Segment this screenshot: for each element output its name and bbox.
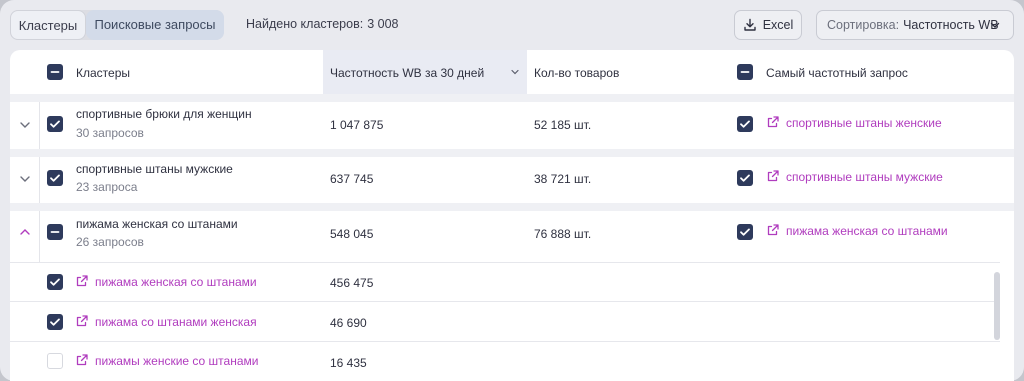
external-link-icon[interactable] [75, 274, 89, 288]
external-link-icon[interactable] [766, 115, 780, 129]
row-checkbox[interactable] [47, 116, 63, 132]
row-checkbox[interactable] [47, 170, 63, 186]
subtable-divider [10, 341, 1000, 342]
minus-icon [50, 71, 60, 73]
cluster-frequency: 548 045 [330, 227, 374, 241]
subtable-divider [10, 301, 1000, 302]
query-checkbox[interactable] [47, 314, 63, 330]
toolbar: Кластеры Поисковые запросы Найдено класт… [0, 0, 1024, 50]
query-frequency: 16 435 [330, 356, 367, 370]
top-query-checkbox[interactable] [737, 170, 753, 186]
query-link[interactable]: пижама женская со штанами [95, 275, 257, 289]
header-frequency[interactable]: Частотность WB за 30 дней [330, 66, 484, 80]
row-divider [39, 211, 40, 262]
query-checkbox[interactable] [47, 353, 63, 369]
cluster-frequency: 637 745 [330, 172, 374, 186]
sort-chevron-icon[interactable] [510, 67, 520, 77]
top-query-checkbox[interactable] [737, 116, 753, 132]
external-link-icon[interactable] [766, 169, 780, 183]
chevron-up-icon[interactable] [18, 225, 32, 239]
cluster-products: 38 721 шт. [534, 172, 592, 186]
download-icon [744, 18, 756, 31]
check-icon [50, 174, 60, 182]
row-separator [10, 94, 1014, 102]
check-icon [50, 120, 60, 128]
row-divider [39, 157, 40, 203]
select-all-top-query-checkbox[interactable] [737, 64, 753, 80]
query-checkbox[interactable] [47, 274, 63, 290]
query-frequency: 456 475 [330, 276, 374, 290]
top-query-link[interactable]: пижама женская со штанами [786, 224, 948, 238]
row-separator [10, 149, 1014, 157]
found-label: Найдено кластеров: [246, 17, 364, 31]
cluster-products: 52 185 шт. [534, 118, 592, 132]
chevron-down-icon[interactable] [18, 118, 32, 132]
row-checkbox-partial[interactable] [47, 224, 63, 240]
cluster-query-count[interactable]: 23 запроса [76, 180, 137, 194]
cluster-products: 76 888 шт. [534, 227, 592, 241]
external-link-icon[interactable] [75, 353, 89, 367]
sort-value: Частотность WB [903, 18, 999, 32]
row-divider [39, 102, 40, 149]
check-icon [740, 228, 750, 236]
header-products[interactable]: Кол-во товаров [534, 66, 619, 80]
tab-clusters[interactable]: Кластеры [10, 10, 86, 40]
clusters-table: Кластеры Частотность WB за 30 дней Кол-в… [10, 50, 1014, 381]
check-icon [50, 278, 60, 286]
cluster-name: спортивные штаны мужские [76, 162, 233, 176]
chevron-down-icon[interactable] [18, 172, 32, 186]
clusters-found: Найдено кластеров: 3 008 [246, 17, 398, 31]
cluster-query-count[interactable]: 26 запросов [76, 235, 144, 249]
view-switch: Кластеры Поисковые запросы [10, 10, 224, 40]
tab-search-queries[interactable]: Поисковые запросы [86, 10, 224, 40]
check-icon [740, 120, 750, 128]
check-icon [740, 174, 750, 182]
subtable-top-border [10, 262, 1000, 263]
select-all-checkbox[interactable] [47, 64, 63, 80]
excel-export-button[interactable]: Excel [734, 10, 802, 40]
top-query-checkbox[interactable] [737, 224, 753, 240]
query-frequency: 46 690 [330, 316, 367, 330]
minus-icon [740, 71, 750, 73]
external-link-icon[interactable] [766, 223, 780, 237]
header-top-query[interactable]: Самый частотный запрос [766, 66, 908, 80]
minus-icon [50, 231, 60, 233]
row-separator [10, 203, 1014, 211]
top-query-link[interactable]: спортивные штаны женские [786, 116, 942, 130]
found-count: 3 008 [367, 17, 399, 31]
cluster-name: спортивные брюки для женщин [76, 107, 252, 121]
subtable-scrollbar[interactable] [994, 272, 1000, 340]
check-icon [50, 318, 60, 326]
external-link-icon[interactable] [75, 314, 89, 328]
cluster-name: пижама женская со штанами [76, 217, 238, 231]
header-clusters[interactable]: Кластеры [76, 66, 130, 80]
cluster-frequency: 1 047 875 [330, 118, 384, 132]
query-link[interactable]: пижама со штанами женская [95, 315, 257, 329]
excel-label: Excel [762, 18, 794, 32]
clusters-panel: Кластеры Поисковые запросы Найдено класт… [0, 0, 1024, 381]
sort-dropdown[interactable]: Сортировка: Частотность WB [816, 10, 1014, 40]
query-link[interactable]: пижамы женские со штанами [95, 354, 258, 368]
chevron-down-icon [990, 22, 1000, 28]
sort-label: Сортировка: [827, 18, 900, 32]
cluster-query-count[interactable]: 30 запросов [76, 126, 144, 140]
table-header: Кластеры Частотность WB за 30 дней Кол-в… [10, 50, 1014, 94]
top-query-link[interactable]: спортивные штаны мужские [786, 170, 943, 184]
